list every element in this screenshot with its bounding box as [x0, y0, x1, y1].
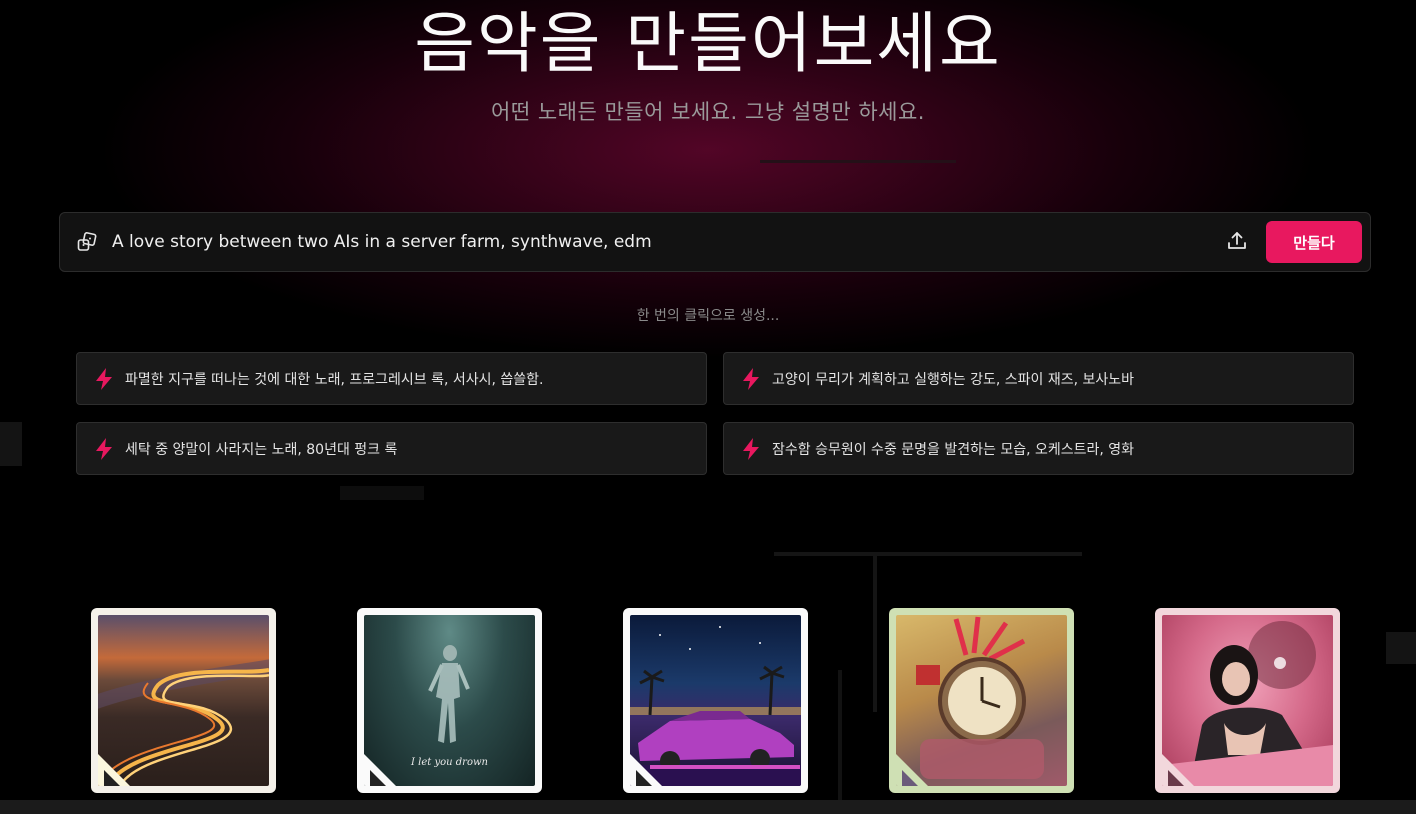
decor-line [873, 552, 877, 712]
cover-art-alarm-clock [896, 615, 1067, 786]
song-card[interactable] [1155, 608, 1340, 793]
suggestion-item[interactable]: 파멸한 지구를 떠나는 것에 대한 노래, 프로그레시브 록, 서사시, 씁쓸함… [76, 352, 707, 405]
cover-art-underwater: I let you drown [364, 615, 535, 786]
one-click-hint: 한 번의 클릭으로 생성... [636, 308, 780, 324]
dice-icon[interactable] [76, 231, 98, 253]
corner-badge [1162, 754, 1194, 786]
song-card[interactable] [91, 608, 276, 793]
suggestion-item[interactable]: 잠수함 승무원이 수중 문명을 발견하는 모습, 오케스트라, 영화 [723, 422, 1354, 475]
corner-badge [364, 754, 396, 786]
page: 음악을 만들어보세요 어떤 노래든 만들어 보세요. 그냥 설명만 하세요. 만… [0, 0, 1416, 814]
suggestion-item[interactable]: 세탁 중 양말이 사라지는 노래, 80년대 펑크 록 [76, 422, 707, 475]
decor-block [340, 486, 424, 500]
suggestion-text: 세탁 중 양말이 사라지는 노래, 80년대 펑크 록 [125, 441, 398, 458]
corner-badge [630, 754, 662, 786]
song-card[interactable]: I let you drown [357, 608, 542, 793]
lightning-icon [740, 367, 762, 391]
lightning-icon [740, 437, 762, 461]
suggestion-text: 파멸한 지구를 떠나는 것에 대한 노래, 프로그레시브 록, 서사시, 씁쓸함… [125, 371, 544, 388]
cover-art-neon-car [630, 615, 801, 786]
create-button[interactable]: 만들다 [1266, 221, 1362, 263]
hero-subtitle: 어떤 노래든 만들어 보세요. 그냥 설명만 하세요. [491, 100, 925, 124]
suggestion-text: 잠수함 승무원이 수중 문명을 발견하는 모습, 오케스트라, 영화 [772, 441, 1135, 458]
bottom-bar [0, 800, 1416, 814]
lightning-icon [93, 367, 115, 391]
prompt-bar: 만들다 [59, 212, 1371, 272]
song-card[interactable] [889, 608, 1074, 793]
upload-icon [1226, 230, 1248, 255]
prompt-input[interactable] [112, 222, 1222, 262]
suggestion-item[interactable]: 고양이 무리가 계획하고 실행하는 강도, 스파이 재즈, 보사노바 [723, 352, 1354, 405]
decor-line [774, 552, 1082, 556]
corner-badge [98, 754, 130, 786]
lightning-icon [93, 437, 115, 461]
decor-block [1386, 632, 1416, 664]
song-card[interactable] [623, 608, 808, 793]
upload-button[interactable] [1222, 227, 1252, 257]
decor-line [838, 670, 842, 800]
cover-art-winding-road [98, 615, 269, 786]
corner-badge [896, 754, 928, 786]
decor-block [0, 422, 22, 466]
decor-line [760, 160, 956, 163]
hero-title: 음악을 만들어보세요 [414, 5, 1002, 82]
cover-art-pink-portrait [1162, 615, 1333, 786]
suggestion-text: 고양이 무리가 계획하고 실행하는 강도, 스파이 재즈, 보사노바 [772, 371, 1135, 388]
